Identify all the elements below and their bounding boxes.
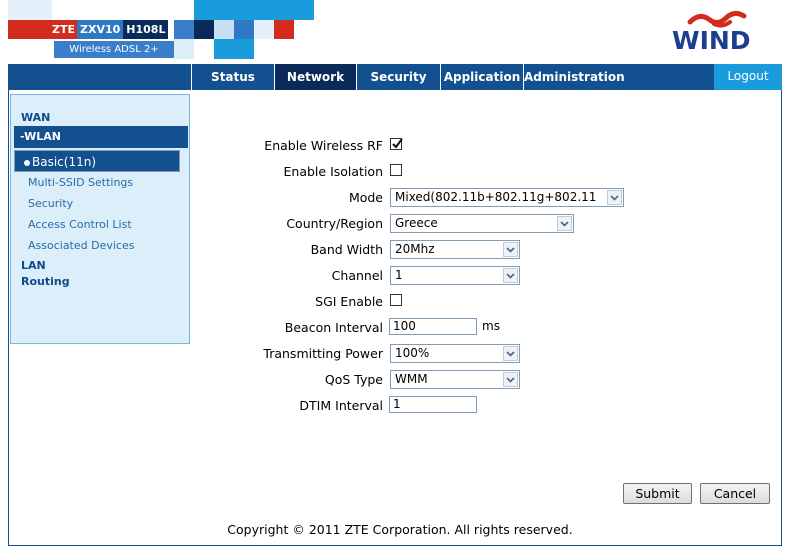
country-value: Greece <box>395 216 438 230</box>
header: ZTE ZXV10 H108L Wireless ADSL 2+ Router … <box>0 0 800 72</box>
mosaic-block <box>194 20 214 39</box>
mosaic-block <box>174 39 194 59</box>
frame-left <box>8 90 9 545</box>
sidebar-item-basic-label: Basic(11n) <box>32 155 97 169</box>
country-label: Country/Region <box>286 216 383 231</box>
chevron-down-icon <box>557 216 572 231</box>
sidebar-item-basic[interactable]: Basic(11n) <box>14 150 180 172</box>
isolation-label: Enable Isolation <box>283 164 383 179</box>
nav-tabs: Status Network Security Application Admi… <box>191 64 625 90</box>
chevron-down-icon <box>607 190 622 205</box>
sidebar-item-routing[interactable]: Routing <box>11 275 199 288</box>
bullet-icon <box>24 159 30 166</box>
brand-model2: H108L <box>123 20 169 39</box>
mosaic-block <box>214 39 254 59</box>
chevron-down-icon <box>503 372 518 387</box>
brand-zte: ZTE <box>8 20 77 39</box>
enable-rf-label: Enable Wireless RF <box>264 138 383 153</box>
cancel-button[interactable]: Cancel <box>700 483 770 504</box>
channel-label: Channel <box>331 268 383 283</box>
copyright-text: Copyright © 2011 ZTE Corporation. All ri… <box>227 522 573 537</box>
sidebar-item-security[interactable]: Security <box>11 197 206 210</box>
dtim-label: DTIM Interval <box>299 398 383 413</box>
brand-model1: ZXV10 <box>77 20 124 39</box>
sidebar-item-wan[interactable]: WAN <box>11 111 199 124</box>
mosaic-block <box>234 20 254 39</box>
mosaic-block <box>194 0 214 20</box>
logout-button[interactable]: Logout <box>714 64 782 90</box>
qos-value: WMM <box>395 372 428 386</box>
mosaic-block <box>174 20 194 39</box>
sidebar-item-lan[interactable]: LAN <box>11 259 199 272</box>
bandwidth-select[interactable]: 20Mhz <box>390 240 520 259</box>
mosaic-block <box>274 20 294 39</box>
sgi-label: SGI Enable <box>315 294 383 309</box>
beacon-input[interactable] <box>389 318 477 335</box>
frame-bottom <box>8 545 782 546</box>
submit-button[interactable]: Submit <box>623 483 692 504</box>
tx-power-label: Transmitting Power <box>263 346 383 361</box>
tab-network[interactable]: Network <box>274 64 356 90</box>
mosaic-block <box>52 0 170 20</box>
sidebar-item-multi-ssid[interactable]: Multi-SSID Settings <box>11 176 206 189</box>
checkmark-icon <box>392 138 403 149</box>
beacon-unit: ms <box>482 319 500 333</box>
tab-application[interactable]: Application <box>440 64 523 90</box>
brand-strip: ZTE ZXV10 H108L <box>8 20 169 39</box>
chevron-down-icon <box>503 346 518 361</box>
sidebar: WAN -WLAN Basic(11n) Multi-SSID Settings… <box>10 94 190 344</box>
mode-select[interactable]: Mixed(802.11b+802.11g+802.11 <box>390 188 624 207</box>
country-select[interactable]: Greece <box>390 214 574 233</box>
mosaic-block <box>8 0 52 20</box>
frame-right <box>781 90 782 545</box>
mosaic-block <box>214 0 314 20</box>
mosaic-block <box>214 20 234 39</box>
chevron-down-icon <box>503 268 518 283</box>
isolation-checkbox[interactable] <box>390 164 402 176</box>
product-subtitle: Wireless ADSL 2+ Router <box>54 41 174 72</box>
sgi-checkbox[interactable] <box>390 294 402 306</box>
tx-power-select[interactable]: 100% <box>390 344 520 363</box>
sidebar-item-wlan[interactable]: -WLAN <box>14 126 188 148</box>
tab-security[interactable]: Security <box>356 64 440 90</box>
main-nav: Status Network Security Application Admi… <box>8 64 782 90</box>
beacon-label: Beacon Interval <box>284 320 383 335</box>
wind-logo-text: WIND <box>672 26 751 55</box>
dtim-input[interactable] <box>389 396 477 413</box>
mosaic-block <box>254 20 274 39</box>
channel-select[interactable]: 1 <box>390 266 520 285</box>
tx-power-value: 100% <box>395 346 430 360</box>
enable-rf-checkbox[interactable] <box>390 138 403 150</box>
sidebar-item-associated[interactable]: Associated Devices <box>11 239 206 252</box>
tab-status[interactable]: Status <box>191 64 274 90</box>
qos-select[interactable]: WMM <box>390 370 520 389</box>
bandwidth-label: Band Width <box>310 242 383 257</box>
chevron-down-icon <box>503 242 518 257</box>
tab-administration[interactable]: Administration <box>523 64 625 90</box>
wind-logo: WIND <box>672 8 772 55</box>
nav-spacer <box>8 64 190 90</box>
qos-label: QoS Type <box>324 372 383 387</box>
mode-value: Mixed(802.11b+802.11g+802.11 <box>395 190 597 204</box>
channel-value: 1 <box>395 268 403 282</box>
sidebar-item-acl[interactable]: Access Control List <box>11 218 206 231</box>
mode-label: Mode <box>348 190 383 205</box>
bandwidth-value: 20Mhz <box>395 242 435 256</box>
